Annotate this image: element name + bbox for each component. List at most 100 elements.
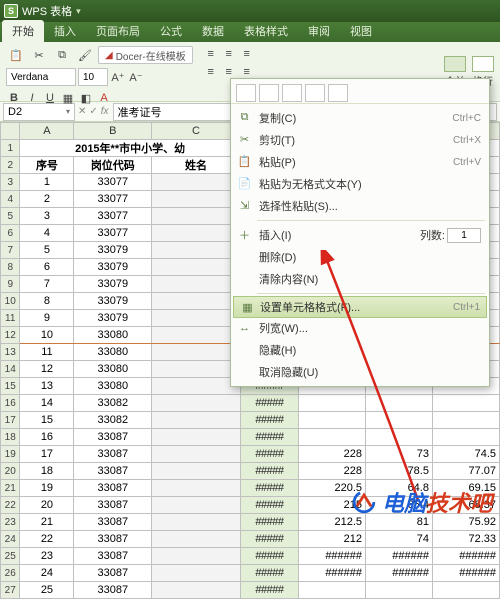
ctx-cut[interactable]: ✂剪切(T)Ctrl+X (231, 129, 489, 151)
cell[interactable] (152, 446, 241, 463)
cell[interactable]: 74.5 (432, 446, 499, 463)
cell[interactable]: 序号 (20, 157, 74, 174)
font-name-select[interactable]: Verdana (6, 68, 76, 86)
cell[interactable]: 33082 (74, 412, 152, 429)
cell[interactable]: 77.07 (432, 463, 499, 480)
cell[interactable]: ##### (240, 412, 298, 429)
font-size-select[interactable]: 10 (78, 68, 108, 86)
cell[interactable]: 18 (20, 463, 74, 480)
align-bot-button[interactable]: ≡ (239, 46, 255, 62)
cell[interactable] (432, 429, 499, 446)
mini-merge-button[interactable] (328, 84, 348, 102)
row-header[interactable]: 7 (1, 242, 20, 259)
cell[interactable]: 17 (20, 446, 74, 463)
docer-button[interactable]: ◢ Docer-在线模板 (98, 46, 193, 64)
cell[interactable] (152, 293, 241, 310)
cell[interactable]: ##### (240, 514, 298, 531)
cell[interactable] (366, 412, 433, 429)
ctx-clear[interactable]: 清除内容(N) (231, 268, 489, 290)
cell[interactable]: 33079 (74, 259, 152, 276)
cell[interactable] (299, 582, 366, 599)
cell[interactable]: 72.33 (432, 531, 499, 548)
cell[interactable] (152, 276, 241, 293)
cell[interactable] (152, 565, 241, 582)
cell[interactable]: ###### (432, 548, 499, 565)
cell[interactable]: 33077 (74, 174, 152, 191)
cell[interactable]: 33087 (74, 565, 152, 582)
cell[interactable] (152, 327, 241, 344)
row-header[interactable]: 24 (1, 531, 20, 548)
ctx-col-width[interactable]: ↔列宽(W)... (231, 317, 489, 339)
font-color-button[interactable]: A (96, 90, 112, 106)
cell[interactable]: 4 (20, 225, 74, 242)
cell[interactable]: 33087 (74, 514, 152, 531)
cell[interactable]: 7 (20, 276, 74, 293)
row-header[interactable]: 1 (1, 140, 20, 157)
cell[interactable]: 228 (299, 463, 366, 480)
ribbon-toggle-icon[interactable]: ▾ (76, 6, 81, 17)
cell[interactable]: ###### (366, 565, 433, 582)
cell[interactable]: 24 (20, 565, 74, 582)
border-button[interactable]: ▦ (60, 90, 76, 106)
cell[interactable]: 16 (20, 429, 74, 446)
cell[interactable]: ##### (240, 463, 298, 480)
cell[interactable]: 33087 (74, 497, 152, 514)
col-header-A[interactable]: A (20, 123, 74, 140)
cell[interactable]: ##### (240, 565, 298, 582)
cell[interactable]: 33080 (74, 327, 152, 344)
cell[interactable]: 15 (20, 412, 74, 429)
row-header[interactable]: 16 (1, 395, 20, 412)
bold-button[interactable]: B (6, 90, 22, 106)
cell[interactable]: 33087 (74, 463, 152, 480)
cell[interactable]: 33079 (74, 242, 152, 259)
mini-color-button[interactable] (305, 84, 325, 102)
cell[interactable] (152, 361, 241, 378)
cell[interactable]: ##### (240, 582, 298, 599)
cell[interactable]: 6 (20, 259, 74, 276)
row-header[interactable]: 27 (1, 582, 20, 599)
cell[interactable]: 33087 (74, 531, 152, 548)
cell[interactable] (366, 582, 433, 599)
ctx-paste-text[interactable]: 📄粘贴为无格式文本(Y) (231, 173, 489, 195)
increase-font-button[interactable]: A⁺ (110, 69, 126, 85)
col-header-B[interactable]: B (74, 123, 152, 140)
cell[interactable] (432, 582, 499, 599)
row-header[interactable]: 15 (1, 378, 20, 395)
cell[interactable] (152, 412, 241, 429)
cell[interactable] (152, 310, 241, 327)
tab-table-style[interactable]: 表格样式 (234, 20, 298, 42)
copy-button[interactable]: ⧉ (52, 46, 72, 64)
tab-view[interactable]: 视图 (340, 20, 382, 42)
cell[interactable] (152, 208, 241, 225)
ctx-paste-special[interactable]: ⇲选择性粘贴(S)... (231, 195, 489, 217)
cell[interactable]: 14 (20, 395, 74, 412)
ctx-copy[interactable]: ⧉复制(C)Ctrl+C (231, 107, 489, 129)
paste-button[interactable]: 📋 (6, 46, 26, 64)
row-header[interactable]: 9 (1, 276, 20, 293)
cell[interactable]: 212 (299, 531, 366, 548)
row-header[interactable]: 12 (1, 327, 20, 344)
cell[interactable] (299, 429, 366, 446)
cell[interactable]: ###### (432, 565, 499, 582)
mini-font-button[interactable] (236, 84, 256, 102)
row-header[interactable]: 3 (1, 174, 20, 191)
row-header[interactable]: 4 (1, 191, 20, 208)
cell[interactable]: ##### (240, 395, 298, 412)
tab-insert[interactable]: 插入 (44, 20, 86, 42)
cell[interactable]: 33087 (74, 446, 152, 463)
cell[interactable]: 228 (299, 446, 366, 463)
cell[interactable] (152, 514, 241, 531)
row-header[interactable]: 10 (1, 293, 20, 310)
cell[interactable] (152, 497, 241, 514)
cell[interactable] (299, 395, 366, 412)
underline-button[interactable]: U (42, 90, 58, 106)
select-all-corner[interactable] (1, 123, 20, 140)
cell[interactable]: 1 (20, 174, 74, 191)
cell[interactable] (152, 463, 241, 480)
cell[interactable] (366, 429, 433, 446)
cell[interactable] (152, 242, 241, 259)
cell[interactable]: 33077 (74, 191, 152, 208)
cell[interactable]: 33087 (74, 582, 152, 599)
cell[interactable] (152, 480, 241, 497)
cell[interactable]: 岗位代码 (74, 157, 152, 174)
